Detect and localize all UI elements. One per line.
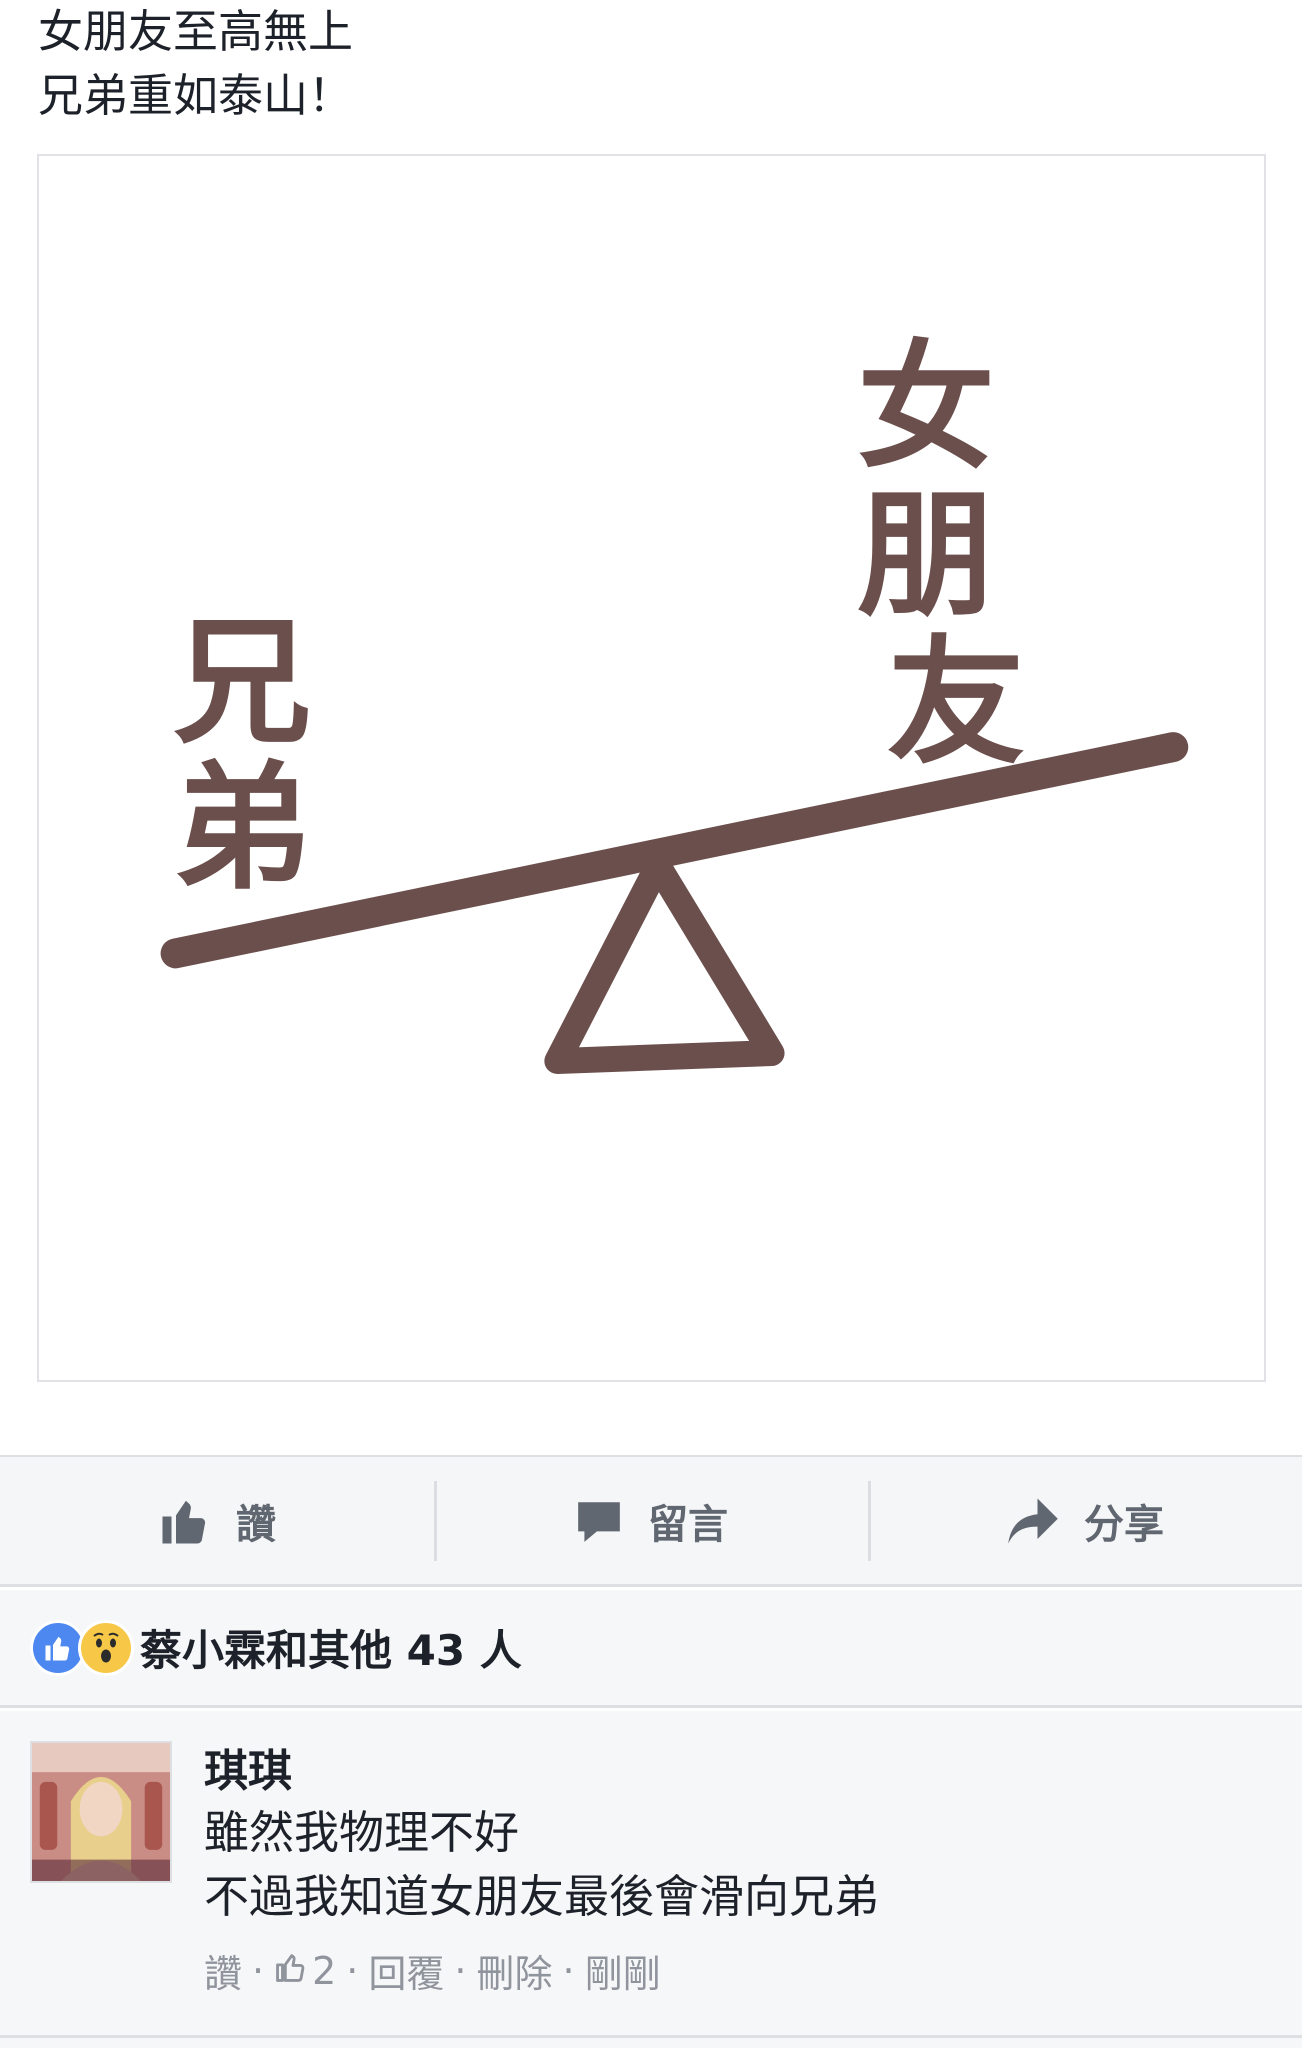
separator-dot: ·	[454, 1948, 467, 1993]
reactions-summary[interactable]: 蔡小霖和其他 43 人	[0, 1590, 1302, 1708]
post-action-bar: 讚 留言 分享	[0, 1455, 1302, 1587]
comment-text-line: 不過我知道女朋友最後會滑向兄弟	[204, 1870, 880, 1923]
comment-actions: 讚 · 2 · 回覆 · 刪除 · 剛剛	[204, 1943, 1264, 1998]
comment-like-count[interactable]: 2	[274, 1949, 336, 1993]
comments-section: 琪琪 雖然我物理不好 不過我知道女朋友最後會滑向兄弟 讚 · 2 · 回覆 · …	[0, 1711, 1302, 2048]
comment-button-label: 留言	[648, 1501, 728, 1548]
comment-text: 雖然我物理不好 不過我知道女朋友最後會滑向兄弟	[204, 1801, 1264, 1929]
seesaw-fulcrum	[544, 852, 785, 1074]
comment-button[interactable]: 留言	[434, 1457, 868, 1584]
right-word-char-1: 女	[857, 328, 995, 488]
divider	[0, 2035, 1302, 2038]
avatar[interactable]	[30, 1741, 172, 1883]
left-word-char-1: 兄	[174, 603, 312, 763]
reaction-summary-text[interactable]: 蔡小霖和其他 43 人	[140, 1617, 522, 1678]
wow-reaction-icon	[78, 1619, 134, 1676]
right-word-char-2: 朋	[857, 476, 995, 636]
seesaw-drawing: 兄 弟 女 朋 友	[160, 328, 1189, 1074]
comment-timestamp[interactable]: 剛剛	[585, 1943, 661, 1998]
comment-delete-link[interactable]: 刪除	[477, 1943, 553, 1998]
post-text-line: 女朋友至高無上	[38, 5, 354, 58]
post-text: 女朋友至高無上 兄弟重如泰山！	[38, 0, 1238, 128]
comment-bubble-icon	[574, 1496, 624, 1546]
thumbs-up-outline-icon	[274, 1949, 308, 1993]
share-button[interactable]: 分享	[868, 1457, 1302, 1584]
share-arrow-icon	[1006, 1496, 1060, 1546]
right-word-char-3: 友	[887, 623, 1025, 783]
left-word-char-2: 弟	[174, 749, 312, 909]
comment-text-line: 雖然我物理不好	[204, 1806, 520, 1859]
reaction-icons	[30, 1619, 134, 1676]
post-image[interactable]: 兄 弟 女 朋 友	[37, 154, 1266, 1382]
like-button[interactable]: 讚	[0, 1457, 434, 1584]
post-text-line: 兄弟重如泰山！	[38, 69, 354, 122]
comment-like-link[interactable]: 讚	[204, 1943, 242, 1998]
share-button-label: 分享	[1084, 1501, 1164, 1548]
comment-author[interactable]: 琪琪	[204, 1743, 1264, 1801]
thumbs-up-icon	[158, 1494, 212, 1548]
like-button-label: 讚	[236, 1501, 276, 1548]
comment-reply-link[interactable]: 回覆	[368, 1943, 444, 1998]
separator-dot: ·	[252, 1948, 265, 1993]
comment-body: 琪琪 雖然我物理不好 不過我知道女朋友最後會滑向兄弟 讚 · 2 · 回覆 · …	[204, 1743, 1264, 1998]
separator-dot: ·	[562, 1948, 575, 1993]
comment-like-count-value: 2	[312, 1948, 337, 1993]
separator-dot: ·	[346, 1948, 359, 1993]
